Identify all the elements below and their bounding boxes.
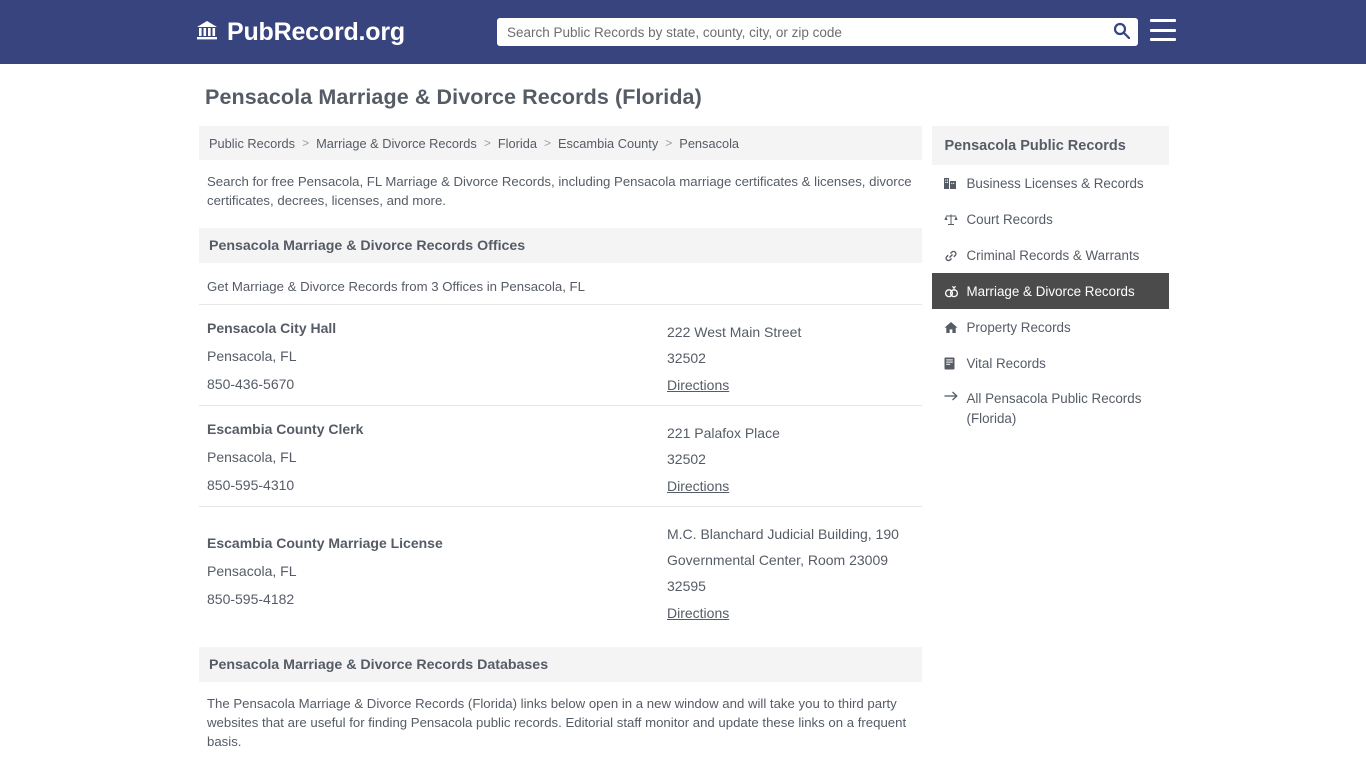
link-icon (944, 249, 966, 262)
search-input[interactable] (497, 19, 1104, 45)
offices-section-subheading: Get Marriage & Divorce Records from 3 Of… (207, 279, 585, 294)
sidebar-item-label: Business Licenses & Records (966, 175, 1144, 191)
hamburger-menu-icon[interactable] (1150, 19, 1176, 41)
sidebar-item-label: All Pensacola Public Records (Florida) (966, 391, 1142, 426)
breadcrumb-separator: > (665, 136, 673, 150)
breadcrumb-item-public-records[interactable]: Public Records (209, 136, 295, 151)
sidebar: Pensacola Public Records Business Licens… (932, 126, 1169, 437)
office-zip: 32502 (667, 350, 706, 366)
building-icon (944, 177, 966, 190)
sidebar-item-marriage-divorce-records[interactable]: Marriage & Divorce Records (932, 273, 1169, 309)
sidebar-item-label: Property Records (966, 319, 1071, 335)
sidebar-item-all-public-records[interactable]: All Pensacola Public Records (Florida) (932, 381, 1169, 437)
office-phone: 850-595-4310 (207, 477, 295, 493)
databases-section-note: The Pensacola Marriage & Divorce Records… (207, 696, 907, 749)
office-address: 222 West Main Street (667, 324, 802, 340)
office-row: Escambia County Marriage License Pensaco… (199, 506, 923, 633)
sidebar-item-label: Marriage & Divorce Records (966, 283, 1135, 299)
site-logo[interactable]: PubRecord.org (196, 18, 405, 47)
scales-icon (944, 213, 966, 226)
office-name: Escambia County Marriage License (207, 535, 443, 551)
breadcrumb-item-pensacola: Pensacola (679, 135, 740, 151)
breadcrumb-separator: > (483, 136, 491, 150)
page-title: Pensacola Marriage & Divorce Records (Fl… (205, 85, 702, 109)
office-city: Pensacola, FL (207, 348, 297, 364)
page-body: Pensacola Marriage & Divorce Records (Fl… (0, 64, 1366, 751)
intro-text: Search for free Pensacola, FL Marriage &… (207, 174, 912, 208)
office-city: Pensacola, FL (207, 449, 297, 465)
sidebar-item-label: Vital Records (966, 355, 1046, 371)
office-name: Escambia County Clerk (207, 421, 364, 437)
site-logo-text: PubRecord.org (227, 17, 405, 46)
sidebar-item-vital-records[interactable]: Vital Records (932, 345, 1169, 381)
breadcrumb-separator: > (302, 136, 310, 150)
main-content: Public Records > Marriage & Divorce Reco… (199, 126, 923, 751)
sidebar-item-label: Criminal Records & Warrants (966, 247, 1140, 263)
databases-section-heading: Pensacola Marriage & Divorce Records Dat… (199, 647, 923, 682)
office-address-block: M.C. Blanchard Judicial Building, 190 Go… (667, 521, 922, 621)
breadcrumb-item-marriage-divorce-records[interactable]: Marriage & Divorce Records (316, 136, 477, 151)
office-phone: 850-595-4182 (207, 591, 295, 607)
office-info: Pensacola City Hall Pensacola, FL 850-43… (199, 319, 667, 393)
breadcrumb: Public Records > Marriage & Divorce Reco… (199, 126, 923, 160)
main-layout: Public Records > Marriage & Divorce Reco… (197, 126, 1169, 751)
office-info: Escambia County Clerk Pensacola, FL 850-… (199, 420, 667, 494)
breadcrumb-separator: > (543, 136, 551, 150)
office-address-block: 221 Palafox Place 32502 Directions (667, 420, 922, 494)
sidebar-item-court-records[interactable]: Court Records (932, 201, 1169, 237)
office-name: Pensacola City Hall (207, 320, 337, 336)
office-city: Pensacola, FL (207, 563, 297, 579)
offices-section-heading: Pensacola Marriage & Divorce Records Off… (199, 228, 923, 263)
home-icon (944, 321, 966, 334)
office-zip: 32502 (667, 451, 706, 467)
sidebar-item-criminal-records[interactable]: Criminal Records & Warrants (932, 237, 1169, 273)
certificate-icon (944, 357, 966, 370)
office-address-block: 222 West Main Street 32502 Directions (667, 319, 922, 393)
sidebar-item-property-records[interactable]: Property Records (932, 309, 1169, 345)
site-header: PubRecord.org (0, 0, 1366, 64)
office-row: Escambia County Clerk Pensacola, FL 850-… (199, 405, 923, 506)
office-phone: 850-436-5670 (207, 376, 295, 392)
breadcrumb-item-escambia-county[interactable]: Escambia County (558, 136, 658, 151)
search-button[interactable] (1104, 18, 1138, 46)
search-icon (1113, 22, 1130, 43)
breadcrumb-item-florida[interactable]: Florida (498, 136, 537, 151)
search-bar (497, 18, 1138, 46)
content-container: Pensacola Marriage & Divorce Records (Fl… (197, 85, 1169, 751)
office-address: M.C. Blanchard Judicial Building, 190 Go… (667, 526, 899, 568)
office-address: 221 Palafox Place (667, 425, 780, 441)
office-zip: 32595 (667, 578, 706, 594)
rings-icon (944, 285, 966, 298)
sidebar-item-label: Court Records (966, 211, 1053, 227)
sidebar-heading: Pensacola Public Records (932, 126, 1169, 165)
directions-link[interactable]: Directions (667, 478, 729, 494)
bank-icon (196, 20, 218, 44)
office-row: Pensacola City Hall Pensacola, FL 850-43… (199, 304, 923, 405)
arrow-right-icon (944, 389, 966, 402)
directions-link[interactable]: Directions (667, 377, 729, 393)
office-info: Escambia County Marriage License Pensaco… (199, 521, 667, 621)
directions-link[interactable]: Directions (667, 605, 729, 621)
sidebar-item-business-licenses[interactable]: Business Licenses & Records (932, 165, 1169, 201)
